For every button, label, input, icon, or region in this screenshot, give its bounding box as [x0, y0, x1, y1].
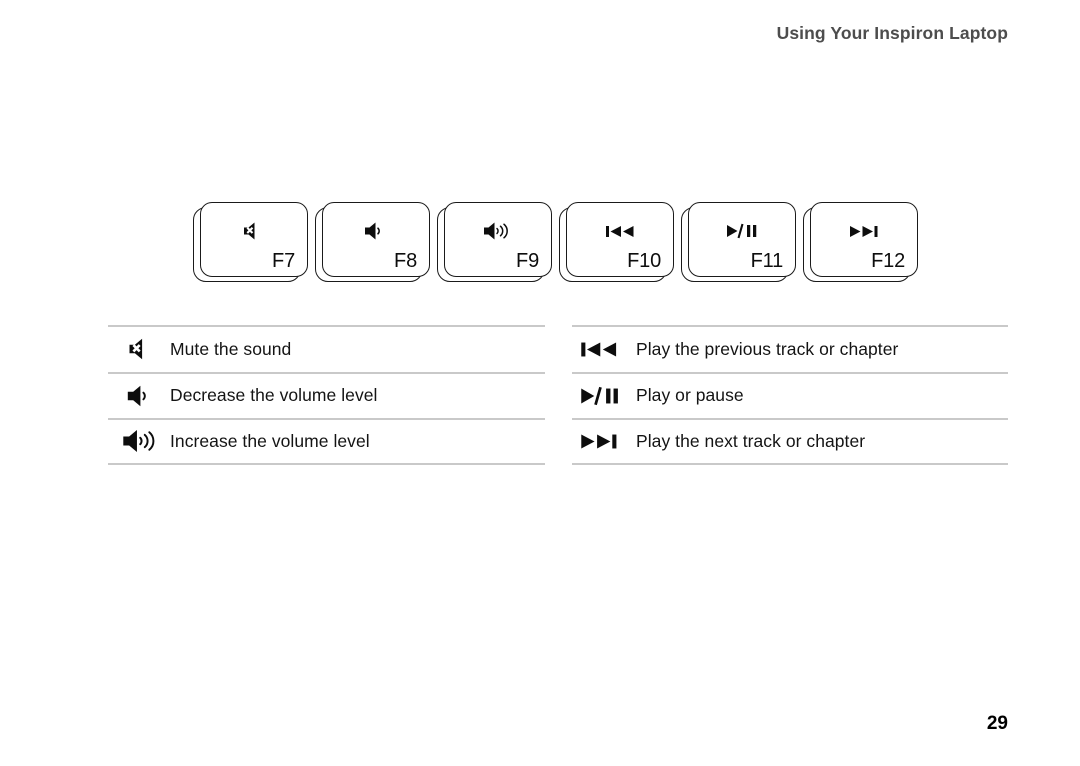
legend-row: Play the next track or chapter: [572, 418, 1008, 465]
legend-description: Play the previous track or chapter: [636, 338, 899, 359]
key-f12: F12: [803, 202, 921, 284]
volume-down-icon: [323, 218, 429, 244]
legend-row: Play the previous track or chapter: [572, 325, 1008, 372]
key-f7: F7: [193, 202, 311, 284]
legend-description: Play or pause: [636, 385, 744, 406]
legend-table-left: Mute the sound Decrease the volume level…: [108, 325, 545, 465]
key-cap-face: F9: [444, 202, 552, 277]
legend-description: Increase the volume level: [170, 430, 370, 451]
key-cap-face: F11: [688, 202, 796, 277]
mute-icon: [108, 337, 170, 361]
previous-track-icon: [567, 218, 673, 244]
key-f8: F8: [315, 202, 433, 284]
key-label: F9: [516, 250, 539, 272]
legend-table-right: Play the previous track or chapter Play …: [572, 325, 1008, 465]
key-label: F11: [750, 250, 784, 272]
next-track-icon: [572, 432, 636, 451]
key-label: F10: [627, 250, 661, 272]
play-pause-icon: [572, 386, 636, 406]
key-f9: F9: [437, 202, 555, 284]
legend-description: Play the next track or chapter: [636, 430, 866, 451]
volume-up-icon: [108, 428, 170, 454]
page-header-title: Using Your Inspiron Laptop: [776, 23, 1008, 43]
key-cap-face: F8: [322, 202, 430, 277]
previous-track-icon: [572, 340, 636, 359]
legend-description: Mute the sound: [170, 338, 292, 359]
key-f11: F11: [681, 202, 799, 284]
key-cap-face: F7: [200, 202, 308, 277]
mute-icon: [201, 218, 307, 244]
key-label: F7: [272, 250, 295, 272]
key-f10: F10: [559, 202, 677, 284]
key-cap-face: F10: [566, 202, 674, 277]
key-label: F8: [394, 250, 417, 272]
function-key-row: F7 F8 F9 F10 F11 F12: [193, 202, 921, 284]
page-number: 29: [986, 713, 1008, 734]
volume-up-icon: [445, 218, 551, 244]
legend-row: Mute the sound: [108, 325, 545, 372]
next-track-icon: [811, 218, 917, 244]
legend-row: Increase the volume level: [108, 418, 545, 465]
legend-description: Decrease the volume level: [170, 385, 378, 406]
legend-row: Play or pause: [572, 371, 1008, 419]
key-label: F12: [871, 250, 905, 272]
key-cap-face: F12: [810, 202, 918, 277]
play-pause-icon: [689, 218, 795, 244]
legend-row: Decrease the volume level: [108, 371, 545, 419]
volume-down-icon: [108, 384, 170, 408]
